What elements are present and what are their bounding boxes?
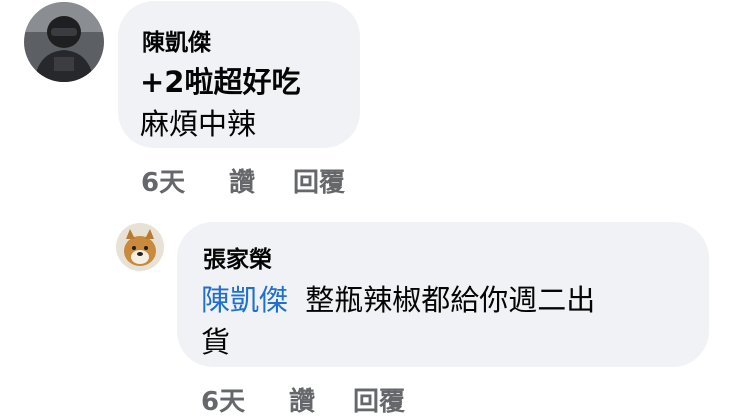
comment-author[interactable]: 陳凱傑 — [142, 23, 211, 57]
like-button[interactable]: 讚 — [289, 381, 315, 418]
comment-bubble: 張家榮 陳凱傑 整瓶辣椒都給你週二出 貨 — [177, 222, 709, 367]
comment-text-body: 整瓶辣椒都給你週二出 — [305, 283, 596, 317]
avatar[interactable] — [24, 2, 104, 82]
avatar[interactable] — [116, 223, 164, 271]
comment-author[interactable]: 張家榮 — [203, 240, 272, 274]
like-button[interactable]: 讚 — [229, 162, 255, 199]
comment-text: 貨 — [201, 325, 231, 359]
comment-time[interactable]: 6天 — [201, 381, 245, 418]
comment-text: +2啦超好吃 — [140, 65, 301, 99]
reply-button[interactable]: 回覆 — [293, 162, 345, 199]
comment-bubble: 陳凱傑 +2啦超好吃 麻煩中辣 — [118, 1, 360, 148]
comment-time[interactable]: 6天 — [141, 162, 185, 199]
comment-text: 麻煩中辣 — [140, 107, 257, 141]
mention-link[interactable]: 陳凱傑 — [201, 283, 288, 317]
comment-text: 陳凱傑 整瓶辣椒都給你週二出 — [201, 277, 595, 319]
reply-button[interactable]: 回覆 — [353, 381, 405, 418]
